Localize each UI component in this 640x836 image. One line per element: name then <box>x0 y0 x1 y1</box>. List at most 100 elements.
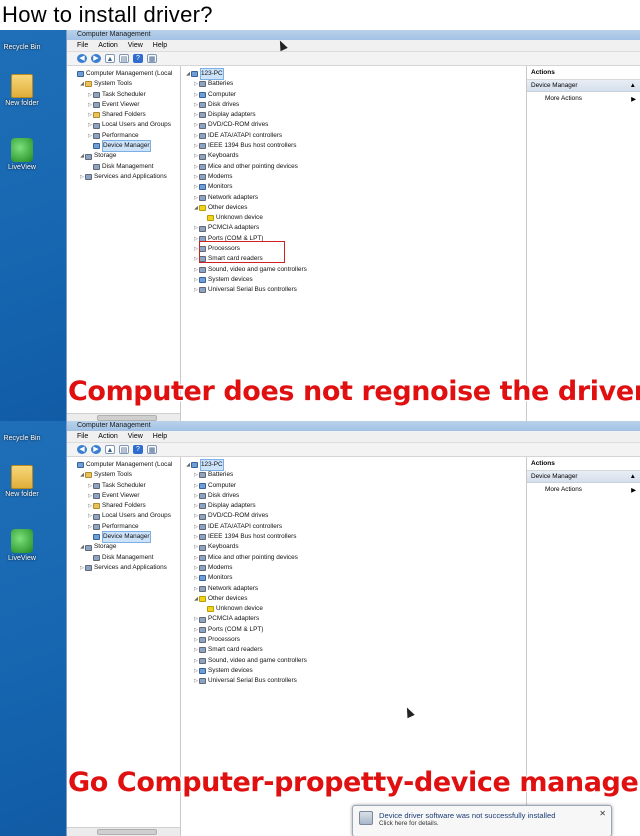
tree-item[interactable]: ◢ System Tools <box>71 470 180 480</box>
window-titlebar[interactable]: Computer Management <box>67 30 640 40</box>
tree-item[interactable]: Disk Management <box>71 162 180 172</box>
tree-item[interactable]: ▷ Display adapters <box>185 110 526 120</box>
desktop-icon-liveview[interactable]: LiveView <box>0 529 44 562</box>
tree-item[interactable]: ▷ Disk drives <box>185 491 526 501</box>
tree-item[interactable]: ▷ Keyboards <box>185 542 526 552</box>
driver-install-notification[interactable]: Device driver software was not successfu… <box>352 805 612 836</box>
desktop-icon-liveview[interactable]: LiveView <box>0 138 44 171</box>
tree-item[interactable]: ▷ Universal Serial Bus controllers <box>185 676 526 686</box>
desktop-icon-recycle-bin[interactable]: Recycle Bin <box>0 427 44 442</box>
tree-item[interactable]: Device Manager <box>71 140 180 153</box>
menu-help[interactable]: Help <box>153 431 167 442</box>
tree-item[interactable]: ▷ Keyboards <box>185 151 526 161</box>
tree-item[interactable]: ▷ Local Users and Groups <box>71 120 180 130</box>
tree-item[interactable]: ▷ System devices <box>185 666 526 676</box>
tree-item[interactable]: ▷ Universal Serial Bus controllers <box>185 285 526 295</box>
collapse-icon[interactable]: ▲ <box>630 82 636 89</box>
tree-item[interactable]: Unknown device <box>185 213 526 223</box>
back-arrow-icon[interactable]: ◀ <box>77 445 87 454</box>
menu-file[interactable]: File <box>77 40 88 51</box>
tree-item[interactable]: ▷ Computer <box>185 481 526 491</box>
tree-item[interactable]: ▷ DVD/CD-ROM drives <box>185 511 526 521</box>
menu-view[interactable]: View <box>128 431 143 442</box>
properties-icon[interactable]: ▦ <box>147 445 157 454</box>
actions-section-device-manager[interactable]: Device Manager ▲ <box>527 471 640 483</box>
tree-item[interactable]: ▷ Monitors <box>185 182 526 192</box>
tree-item[interactable]: Disk Management <box>71 553 180 563</box>
forward-arrow-icon[interactable]: ▶ <box>91 445 101 454</box>
tree-item[interactable]: ▷ PCMCIA adapters <box>185 614 526 624</box>
tree-item[interactable]: ▷ Monitors <box>185 573 526 583</box>
tree-item[interactable]: ▷ IDE ATA/ATAPI controllers <box>185 131 526 141</box>
tree-item[interactable]: ▷ Batteries <box>185 470 526 480</box>
tree-item[interactable]: ▷ DVD/CD-ROM drives <box>185 120 526 130</box>
properties-icon[interactable]: ▦ <box>147 54 157 63</box>
tree-item[interactable]: ▷ Sound, video and game controllers <box>185 265 526 275</box>
tree-item[interactable]: Device Manager <box>71 531 180 544</box>
notification-subtitle[interactable]: Click here for details. <box>379 820 555 827</box>
tree-item[interactable]: ▷ IEEE 1394 Bus host controllers <box>185 141 526 151</box>
up-folder-icon[interactable]: ▲ <box>105 54 115 63</box>
tree-item[interactable]: ▷ System devices <box>185 275 526 285</box>
tree-item[interactable]: ▷ Disk drives <box>185 100 526 110</box>
back-arrow-icon[interactable]: ◀ <box>77 54 87 63</box>
forward-arrow-icon[interactable]: ▶ <box>91 54 101 63</box>
tree-item[interactable]: ▷ IDE ATA/ATAPI controllers <box>185 522 526 532</box>
tree-item[interactable]: ▷ Processors <box>185 635 526 645</box>
collapse-icon[interactable]: ▲ <box>630 473 636 480</box>
tree-item[interactable]: ▷ Event Viewer <box>71 100 180 110</box>
horizontal-scrollbar[interactable] <box>67 827 180 836</box>
desktop-icon-new-folder[interactable]: New folder <box>0 465 44 498</box>
menu-action[interactable]: Action <box>98 40 117 51</box>
tree-item[interactable]: Computer Management (Local <box>71 69 180 79</box>
menu-view[interactable]: View <box>128 40 143 51</box>
window-titlebar[interactable]: Computer Management <box>67 421 640 431</box>
tree-item[interactable]: ◢ Storage <box>71 542 180 552</box>
close-icon[interactable]: ✕ <box>599 809 606 818</box>
help-icon[interactable]: ? <box>133 54 143 63</box>
tree-item[interactable]: ◢ Other devices <box>185 203 526 213</box>
tree-item[interactable]: ▷ Ports (COM & LPT) <box>185 625 526 635</box>
tree-item[interactable]: ▷ Network adapters <box>185 584 526 594</box>
tree-item[interactable]: Unknown device <box>185 604 526 614</box>
tree-item[interactable]: ▷ Task Scheduler <box>71 90 180 100</box>
tree-item[interactable]: ▷ Task Scheduler <box>71 481 180 491</box>
tree-item[interactable]: ▷ IEEE 1394 Bus host controllers <box>185 532 526 542</box>
show-hide-tree-icon[interactable]: ▤ <box>119 445 129 454</box>
tree-item[interactable]: ◢ Other devices <box>185 594 526 604</box>
tree-item[interactable]: ▷ Mice and other pointing devices <box>185 553 526 563</box>
tree-item[interactable]: ▷ Services and Applications <box>71 172 180 182</box>
more-actions-item[interactable]: More Actions ▶ <box>527 483 640 494</box>
tree-item[interactable]: ◢ 123-PC <box>185 459 526 472</box>
tree-item[interactable]: ▷ PCMCIA adapters <box>185 223 526 233</box>
tree-item[interactable]: ▷ Shared Folders <box>71 110 180 120</box>
up-folder-icon[interactable]: ▲ <box>105 445 115 454</box>
tree-item[interactable]: ▷ Services and Applications <box>71 563 180 573</box>
tree-item[interactable]: ▷ Computer <box>185 90 526 100</box>
tree-item[interactable]: ▷ Shared Folders <box>71 501 180 511</box>
tree-item[interactable]: ▷ Network adapters <box>185 193 526 203</box>
tree-item[interactable]: Computer Management (Local <box>71 460 180 470</box>
tree-item[interactable]: ▷ Modems <box>185 172 526 182</box>
more-actions-item[interactable]: More Actions ▶ <box>527 92 640 103</box>
tree-item[interactable]: ◢ 123-PC <box>185 68 526 81</box>
tree-item[interactable]: ▷ Modems <box>185 563 526 573</box>
tree-item[interactable]: ▷ Mice and other pointing devices <box>185 162 526 172</box>
scrollbar-thumb[interactable] <box>97 829 157 835</box>
tree-item[interactable]: ▷ Event Viewer <box>71 491 180 501</box>
menu-help[interactable]: Help <box>153 40 167 51</box>
tree-item[interactable]: ▷ Display adapters <box>185 501 526 511</box>
tree-item[interactable]: ▷ Local Users and Groups <box>71 511 180 521</box>
actions-section-device-manager[interactable]: Device Manager ▲ <box>527 80 640 92</box>
tree-item[interactable]: ◢ Storage <box>71 151 180 161</box>
menu-action[interactable]: Action <box>98 431 117 442</box>
tree-item[interactable]: ▷ Batteries <box>185 79 526 89</box>
menu-file[interactable]: File <box>77 431 88 442</box>
tree-item[interactable]: ◢ System Tools <box>71 79 180 89</box>
show-hide-tree-icon[interactable]: ▤ <box>119 54 129 63</box>
help-icon[interactable]: ? <box>133 445 143 454</box>
desktop-icon-recycle-bin[interactable]: Recycle Bin <box>0 36 44 51</box>
tree-item[interactable]: ▷ Smart card readers <box>185 645 526 655</box>
desktop-icon-new-folder[interactable]: New folder <box>0 74 44 107</box>
tree-item[interactable]: ▷ Sound, video and game controllers <box>185 656 526 666</box>
